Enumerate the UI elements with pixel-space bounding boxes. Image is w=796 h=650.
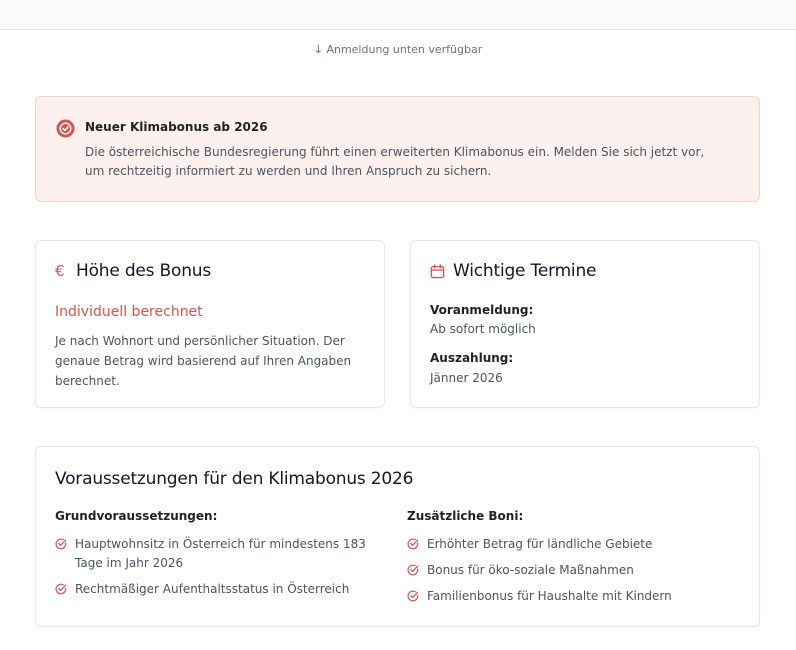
- alert-text: Die österreichische Bundesregierung führ…: [85, 145, 705, 178]
- check-circle-icon: [407, 538, 419, 550]
- list-item-text: Hauptwohnsitz in Österreich für mindeste…: [75, 537, 366, 570]
- check-circle-icon: [55, 538, 67, 550]
- registration-hint: ↓ Anmeldung unten verfügbar: [313, 43, 483, 56]
- climate-bonus-alert: Neuer Klimabonus ab 2026 Die österreichi…: [35, 96, 760, 202]
- check-circle-icon: [407, 590, 419, 602]
- requirements-title: Voraussetzungen für den Klimabonus 2026: [55, 469, 414, 489]
- list-item: Rechtmäßiger Aufenthaltsstatus in Österr…: [55, 580, 385, 599]
- alert-title: Neuer Klimabonus ab 2026: [85, 120, 268, 134]
- list-item: Bonus für öko-soziale Maßnahmen: [407, 561, 737, 580]
- list-item-text: Erhöhter Betrag für ländliche Gebiete: [427, 537, 653, 551]
- bonus-card-title: Höhe des Bonus: [76, 261, 212, 281]
- dates-card-header: Wichtige Termine: [430, 261, 596, 281]
- preregistration-value: Ab sofort möglich: [430, 322, 536, 336]
- extra-bonuses: Zusätzliche Boni: Erhöhter Betrag für lä…: [407, 509, 737, 613]
- list-item: Erhöhter Betrag für ländliche Gebiete: [407, 535, 737, 554]
- calendar-icon: [430, 263, 445, 278]
- bonus-highlight: Individuell berechnet: [55, 304, 203, 320]
- check-circle-icon: [56, 119, 75, 138]
- basic-requirements-heading: Grundvoraussetzungen:: [55, 509, 218, 523]
- preregistration-label: Voranmeldung:: [430, 303, 534, 317]
- bonus-amount-card: € Höhe des Bonus Individuell berechnet J…: [35, 240, 385, 408]
- basic-requirements: Grundvoraussetzungen: Hauptwohnsitz in Ö…: [55, 509, 385, 606]
- dates-card-title: Wichtige Termine: [453, 261, 597, 281]
- requirements-card: Voraussetzungen für den Klimabonus 2026 …: [35, 446, 760, 627]
- list-item: Hauptwohnsitz in Österreich für mindeste…: [55, 535, 385, 573]
- check-circle-icon: [407, 564, 419, 576]
- list-item-text: Familienbonus für Haushalte mit Kindern: [427, 589, 672, 603]
- important-dates-card: Wichtige Termine Voranmeldung: Ab sofort…: [410, 240, 760, 408]
- bonus-card-header: € Höhe des Bonus: [55, 261, 211, 281]
- bonus-description: Je nach Wohnort und persönlicher Situati…: [55, 334, 352, 388]
- top-bar: [0, 0, 796, 30]
- euro-icon: €: [55, 262, 65, 280]
- list-item-text: Bonus für öko-soziale Maßnahmen: [427, 563, 634, 577]
- list-item-text: Rechtmäßiger Aufenthaltsstatus in Österr…: [75, 582, 350, 596]
- extra-bonuses-heading: Zusätzliche Boni:: [407, 509, 524, 523]
- basic-requirements-list: Hauptwohnsitz in Österreich für mindeste…: [55, 535, 385, 599]
- payout-value: Jänner 2026: [430, 371, 503, 385]
- payout-label: Auszahlung:: [430, 351, 514, 365]
- check-circle-icon: [55, 583, 67, 595]
- extra-bonuses-list: Erhöhter Betrag für ländliche Gebiete Bo…: [407, 535, 737, 606]
- list-item: Familienbonus für Haushalte mit Kindern: [407, 587, 737, 606]
